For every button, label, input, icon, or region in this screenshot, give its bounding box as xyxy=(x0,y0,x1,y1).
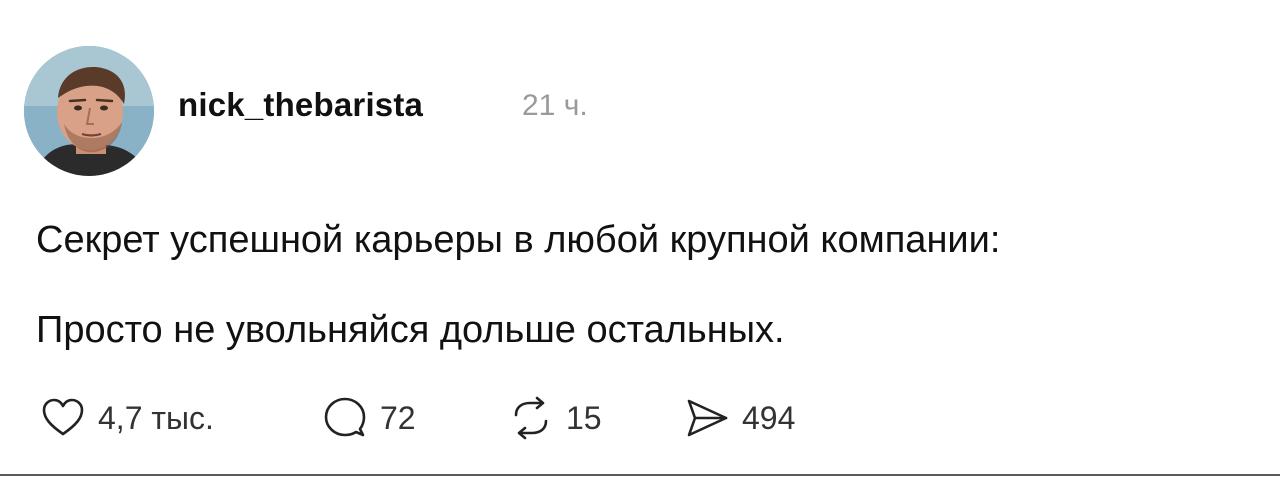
post-text-line-1: Секрет успешной карьеры в любой крупной … xyxy=(36,219,1001,261)
share-count: 494 xyxy=(742,399,796,436)
post-text-line-2: Просто не увольняйся дольше остальных. xyxy=(36,309,785,351)
comment-count: 72 xyxy=(380,399,416,436)
avatar-image xyxy=(24,46,154,176)
like-count: 4,7 тыс. xyxy=(98,399,214,436)
divider xyxy=(0,474,1280,476)
avatar[interactable] xyxy=(24,46,154,176)
share-button[interactable]: 494 xyxy=(682,393,795,443)
repost-count: 15 xyxy=(566,399,602,436)
speech-bubble-icon xyxy=(320,393,370,443)
paper-plane-icon xyxy=(682,393,732,443)
comment-button[interactable]: 72 xyxy=(320,393,416,443)
repost-arrows-icon xyxy=(506,393,556,443)
like-button[interactable]: 4,7 тыс. xyxy=(38,393,214,443)
post-timestamp: 21 ч. xyxy=(522,89,588,122)
repost-button[interactable]: 15 xyxy=(506,393,602,443)
author-username[interactable]: nick_thebarista xyxy=(178,86,423,124)
post-card: nick_thebarista 21 ч. Секрет успешной ка… xyxy=(0,0,1280,479)
heart-icon xyxy=(38,393,88,443)
action-bar: 4,7 тыс. 72 15 494 xyxy=(38,393,938,443)
